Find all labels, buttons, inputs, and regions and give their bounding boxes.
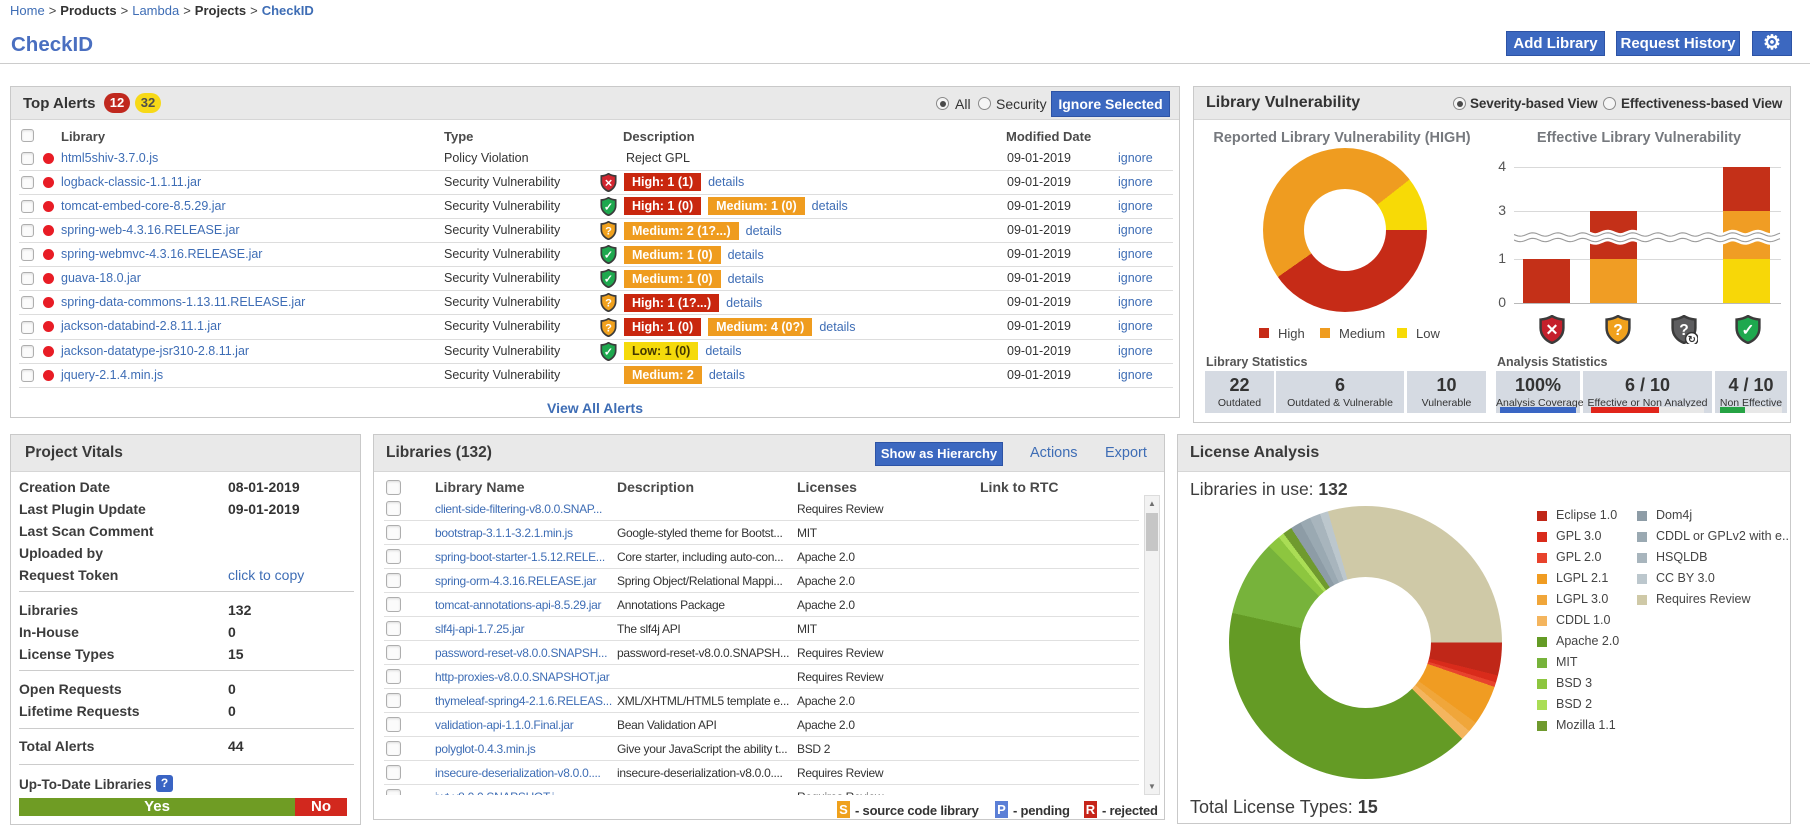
svg-text:?: ? — [605, 298, 612, 310]
svg-text:✓: ✓ — [1741, 322, 1754, 339]
svg-text:?: ? — [1613, 322, 1622, 339]
svg-text:✕: ✕ — [1545, 322, 1558, 339]
svg-text:✓: ✓ — [604, 201, 613, 213]
svg-text:✓: ✓ — [604, 346, 613, 358]
svg-text:✕: ✕ — [604, 178, 612, 189]
svg-text:?: ? — [605, 322, 612, 334]
svg-text:✓: ✓ — [604, 274, 613, 286]
svg-text:↻: ↻ — [1688, 334, 1696, 344]
svg-text:?: ? — [605, 226, 612, 238]
svg-text:✓: ✓ — [604, 250, 613, 262]
